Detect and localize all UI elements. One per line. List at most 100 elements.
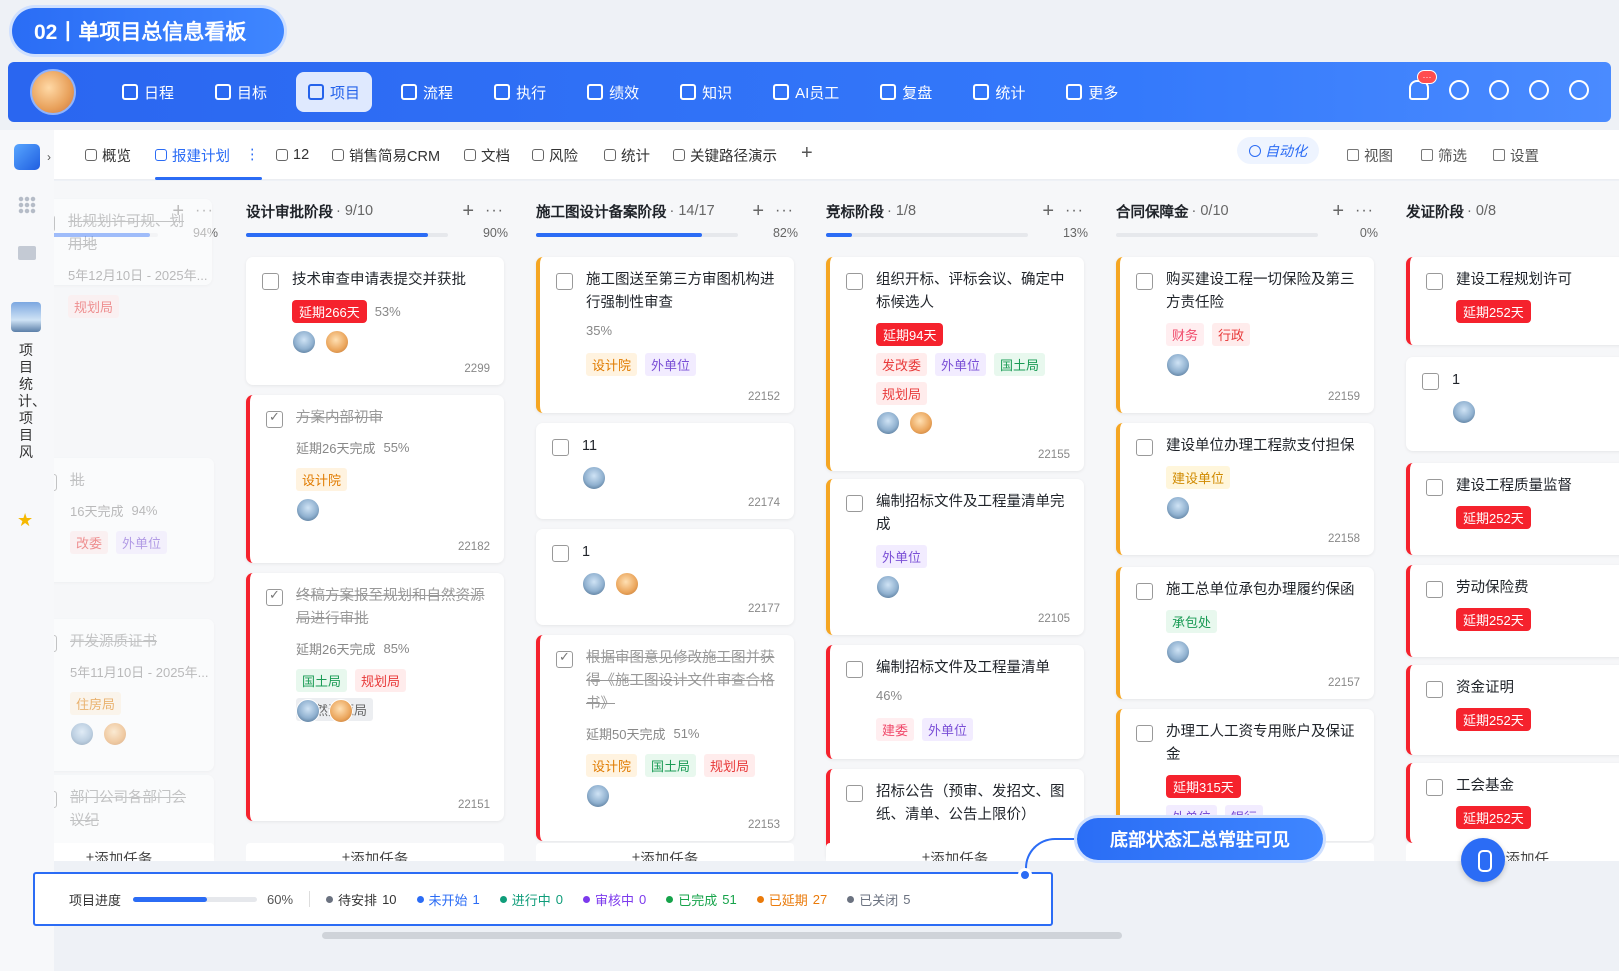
tab-2[interactable]: 12 (276, 130, 309, 180)
column-more-icon[interactable]: ··· (1355, 202, 1374, 220)
task-card[interactable]: 工会基金 延期252天 (1406, 763, 1619, 843)
assignee-avatar[interactable] (1166, 640, 1190, 664)
status-item-1[interactable]: 未开始 1 (416, 890, 480, 909)
tab-3[interactable]: 销售简易CRM (332, 130, 440, 180)
nav-item-8[interactable]: 复盘 (868, 72, 944, 112)
user-avatar[interactable] (30, 69, 76, 115)
assignee-avatar[interactable] (876, 575, 900, 599)
task-card[interactable]: 批 16天完成 94% 改委 外单位 (54, 458, 214, 582)
tab-more-icon[interactable]: ⋮ (245, 147, 260, 163)
tab-4[interactable]: 文档 (464, 130, 510, 180)
column-more-icon[interactable]: ··· (1065, 202, 1084, 220)
task-card[interactable]: 资金证明 延期252天 (1406, 665, 1619, 755)
tab-7[interactable]: 关键路径演示 (673, 130, 777, 180)
task-checkbox[interactable] (262, 273, 279, 290)
tab-6[interactable]: 统计 (604, 130, 650, 180)
column-more-icon[interactable]: ··· (775, 202, 794, 220)
task-card[interactable]: 建设工程质量监督 延期252天 (1406, 463, 1619, 555)
add-task-button[interactable]: + 添加任务 (536, 843, 794, 861)
task-checkbox[interactable] (1426, 681, 1443, 698)
add-task-button[interactable]: + 添加任务 (54, 843, 214, 861)
tab-0[interactable]: 概览 (85, 130, 131, 180)
status-item-4[interactable]: 已完成 51 (666, 890, 737, 909)
search-icon[interactable] (1449, 80, 1469, 100)
help-icon[interactable] (1569, 80, 1589, 100)
assignee-avatar[interactable] (582, 572, 606, 596)
add-task-button[interactable]: + 添加任务 (246, 843, 504, 861)
task-card[interactable]: 11 22174 (536, 423, 794, 519)
task-checkbox[interactable] (846, 785, 863, 802)
chevron-right-icon[interactable]: › (47, 150, 51, 164)
task-card[interactable]: 1 (1406, 357, 1619, 451)
assignee-avatar[interactable] (876, 411, 900, 435)
status-item-5[interactable]: 已延期 27 (756, 890, 827, 909)
status-item-2[interactable]: 进行中 0 (499, 890, 563, 909)
task-card[interactable]: 方案内部初审延期26天完成 55% 设计院 22182 (246, 395, 504, 563)
nav-item-2[interactable]: 项目 (296, 72, 373, 112)
folder-icon[interactable] (18, 246, 36, 260)
task-card[interactable]: 开发源质证书 5年11月10日 - 2025年... 住房局 (54, 619, 214, 771)
assignee-avatar[interactable] (70, 722, 94, 746)
task-checkbox[interactable] (1426, 479, 1443, 496)
task-card[interactable]: 技术审查申请表提交并获批 延期266天 53% 2299 (246, 257, 504, 385)
assignee-avatar[interactable] (329, 699, 353, 723)
task-card[interactable]: 1 22177 (536, 529, 794, 625)
info-icon[interactable] (1489, 80, 1509, 100)
task-checkbox[interactable] (266, 409, 283, 428)
tab-5[interactable]: 风险 (532, 130, 578, 180)
nav-item-4[interactable]: 执行 (482, 72, 558, 112)
star-icon[interactable]: ★ (17, 510, 33, 531)
nav-item-1[interactable]: 目标 (203, 72, 279, 112)
task-checkbox[interactable] (556, 273, 573, 290)
task-checkbox[interactable] (846, 661, 863, 678)
task-checkbox[interactable] (54, 215, 55, 232)
task-checkbox[interactable] (846, 495, 863, 512)
task-card[interactable]: 施工图送至第三方审图机构进行强制性审查 35% 设计院 外单位 22152 (536, 257, 794, 413)
task-card[interactable]: 施工总单位承包办理履约保函 承包处 22157 (1116, 567, 1374, 699)
add-tab-button[interactable]: + (801, 142, 813, 165)
add-task-button[interactable]: + 添加任 (1406, 843, 1619, 861)
task-card[interactable]: 终稿方案报至规划和自然资源局进行审批延期26天完成85%国土局规划局自然资源局2… (246, 573, 504, 821)
task-checkbox[interactable] (54, 474, 57, 491)
assignee-avatar[interactable] (325, 330, 349, 354)
add-card-button[interactable]: + (1332, 200, 1344, 223)
status-item-0[interactable]: 待安排 10 (326, 890, 397, 909)
task-card[interactable]: 编制招标文件及工程量清单 46% 建委 外单位 (826, 645, 1084, 759)
assignee-avatar[interactable] (292, 330, 316, 354)
task-checkbox[interactable] (556, 649, 573, 668)
assignee-avatar[interactable] (1166, 353, 1190, 377)
task-checkbox[interactable] (1426, 779, 1443, 796)
assignee-avatar[interactable] (615, 572, 639, 596)
task-checkbox[interactable] (1426, 581, 1443, 598)
task-card[interactable]: 根据审图意见修改施工图并获得《施工图设计文件审查合格书》延期50天完成 51% 设计… (536, 635, 794, 841)
task-card[interactable]: 劳动保险费 延期252天 (1406, 565, 1619, 657)
assignee-avatar[interactable] (909, 411, 933, 435)
task-checkbox[interactable] (1136, 583, 1153, 600)
nav-item-5[interactable]: 绩效 (575, 72, 651, 112)
status-item-6[interactable]: 已关闭 5 (847, 890, 911, 909)
add-card-button[interactable]: + (1042, 200, 1054, 223)
column-more-icon[interactable]: ··· (485, 202, 504, 220)
nav-item-10[interactable]: 更多 (1054, 72, 1130, 112)
apps-grid-icon[interactable] (18, 196, 36, 214)
tab-1[interactable]: 报建计划 ⋮ (155, 130, 261, 180)
task-card[interactable]: 建设工程规划许可 延期252天 (1406, 257, 1619, 345)
task-checkbox[interactable] (846, 273, 863, 290)
nav-item-9[interactable]: 统计 (961, 72, 1037, 112)
add-card-button[interactable]: + (462, 200, 474, 223)
task-checkbox[interactable] (1136, 725, 1153, 742)
gear-icon[interactable] (1529, 80, 1549, 100)
task-checkbox[interactable] (54, 791, 57, 808)
task-checkbox[interactable] (54, 635, 57, 652)
filter-button[interactable]: 筛选 (1421, 130, 1467, 180)
assignee-avatar[interactable] (1452, 400, 1476, 424)
add-card-button[interactable]: + (752, 200, 764, 223)
nav-item-3[interactable]: 流程 (389, 72, 465, 112)
assignee-avatar[interactable] (1166, 496, 1190, 520)
automation-button[interactable]: 自动化 (1237, 137, 1319, 164)
task-card[interactable]: 购买建设工程一切保险及第三方责任险 财务 行政 22159 (1116, 257, 1374, 413)
nav-item-0[interactable]: 日程 (110, 72, 186, 112)
assignee-avatar[interactable] (586, 784, 610, 808)
assignee-avatar[interactable] (296, 699, 320, 723)
project-cube-icon[interactable] (14, 144, 40, 170)
